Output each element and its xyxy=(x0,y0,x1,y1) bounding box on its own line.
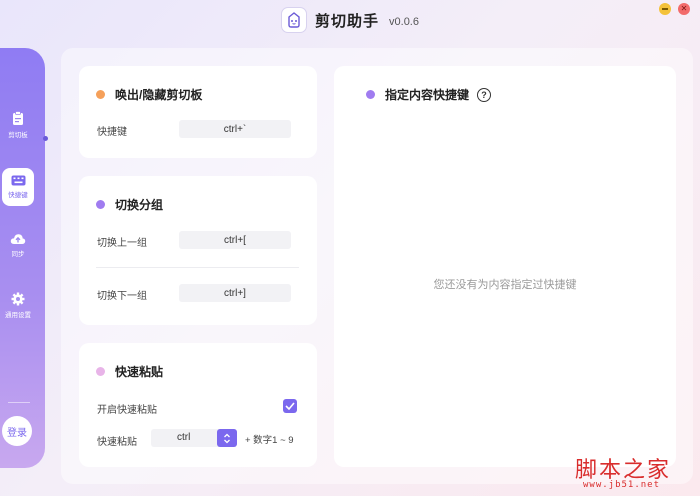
card-header: 切换分组 xyxy=(96,196,163,213)
chevron-up-down-icon[interactable] xyxy=(217,429,237,447)
status-dot xyxy=(366,90,375,99)
shortcut-input[interactable]: ctrl+` xyxy=(179,120,291,138)
prev-group-shortcut-input[interactable]: ctrl+[ xyxy=(179,231,291,249)
app-version: v0.0.6 xyxy=(389,15,419,28)
card-header: 唤出/隐藏剪切板 xyxy=(96,86,202,103)
close-button[interactable]: ✕ xyxy=(678,3,690,15)
sidebar-item-sync[interactable]: 同步 xyxy=(2,226,34,264)
cloud-upload-icon xyxy=(10,233,26,244)
watermark-url: www.jb51.net xyxy=(583,480,661,490)
keyboard-icon xyxy=(11,175,25,186)
card-header: 快速粘贴 xyxy=(96,363,163,380)
card-title: 切换分组 xyxy=(115,198,164,212)
sidebar: 剪切板 快捷键 同步 通用设置 登录 xyxy=(0,48,45,468)
next-group-label: 切换下一组 xyxy=(97,291,147,302)
quick-paste-label: 快速粘贴 xyxy=(97,437,137,448)
enable-quick-paste-label: 开启快速粘贴 xyxy=(97,405,157,416)
sidebar-item-label: 通用设置 xyxy=(5,311,31,319)
active-indicator xyxy=(43,136,48,141)
check-icon xyxy=(285,402,295,410)
quick-paste-card: 快速粘贴 开启快速粘贴 快速粘贴 ctrl + 数字1 ~ 9 xyxy=(79,343,317,467)
sidebar-item-label: 快捷键 xyxy=(8,192,28,199)
enable-quick-paste-checkbox[interactable] xyxy=(283,399,297,413)
switch-group-card: 切换分组 切换上一组 ctrl+[ 切换下一组 ctrl+] xyxy=(79,176,317,325)
card-title: 快速粘贴 xyxy=(115,365,164,379)
minimize-button[interactable] xyxy=(659,3,671,15)
card-title: 指定内容快捷键 xyxy=(385,88,470,102)
sidebar-item-label: 剪切板 xyxy=(8,132,28,139)
next-group-shortcut-input[interactable]: ctrl+] xyxy=(179,284,291,302)
modifier-value: ctrl xyxy=(177,432,191,443)
modifier-select[interactable]: ctrl xyxy=(151,429,237,447)
status-dot xyxy=(96,200,105,209)
number-suffix: + 数字1 ~ 9 xyxy=(245,435,294,446)
app-title: 剪切助手 xyxy=(315,12,380,30)
shortcut-label: 快捷键 xyxy=(97,127,127,138)
sidebar-item-clipboard[interactable]: 剪切板 xyxy=(2,106,34,144)
gear-icon xyxy=(11,292,25,305)
login-button[interactable]: 登录 xyxy=(2,416,32,446)
status-dot xyxy=(96,90,105,99)
toggle-clipboard-card: 唤出/隐藏剪切板 快捷键 ctrl+` xyxy=(79,66,317,158)
sidebar-item-settings[interactable]: 通用设置 xyxy=(2,286,34,324)
card-header: 指定内容快捷键 ? xyxy=(366,86,492,103)
card-title: 唤出/隐藏剪切板 xyxy=(115,88,203,102)
app-logo-icon xyxy=(281,7,307,33)
content-shortcut-card: 指定内容快捷键 ? 您还没有为内容指定过快捷键 xyxy=(334,66,676,467)
prev-group-label: 切换上一组 xyxy=(97,238,147,249)
sidebar-divider xyxy=(8,402,30,403)
title-bar: 剪切助手 v0.0.6 xyxy=(0,0,700,40)
main-panel: 唤出/隐藏剪切板 快捷键 ctrl+` 切换分组 切换上一组 ctrl+[ 切换… xyxy=(61,48,693,484)
sidebar-item-shortcuts[interactable]: 快捷键 xyxy=(2,168,34,206)
status-dot xyxy=(96,367,105,376)
clipboard-icon xyxy=(13,111,23,125)
help-icon[interactable]: ? xyxy=(477,87,492,102)
sidebar-item-label: 同步 xyxy=(11,250,25,258)
row-divider xyxy=(96,267,299,268)
empty-state-text: 您还没有为内容指定过快捷键 xyxy=(433,279,577,291)
